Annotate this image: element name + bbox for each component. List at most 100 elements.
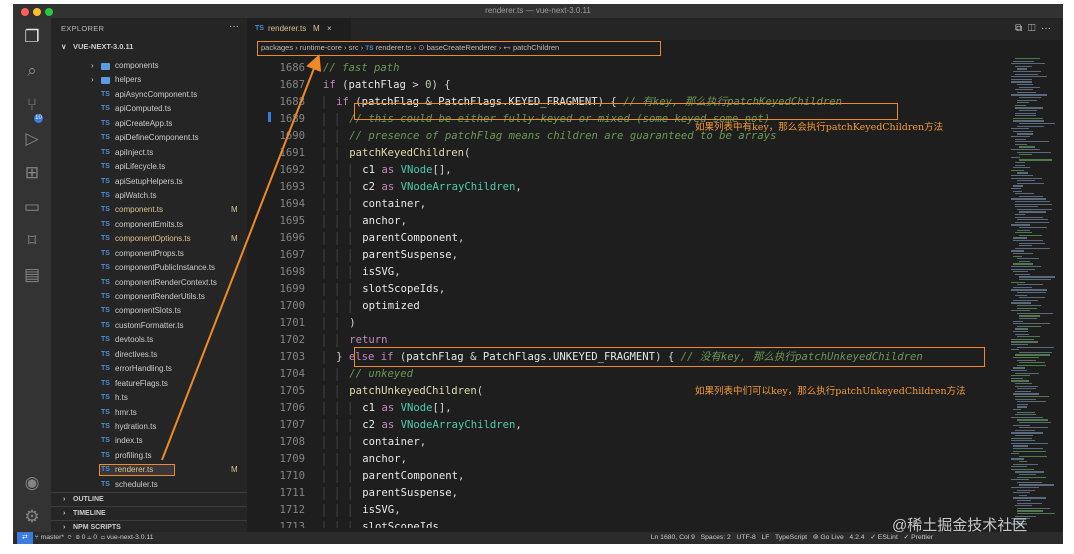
code-line[interactable]: 1694 container, (247, 196, 1007, 213)
tree-file[interactable]: TS apiComputed.ts (51, 102, 247, 116)
minimap-line (1019, 362, 1045, 364)
compare-icon[interactable]: ⧉ (1015, 23, 1022, 34)
settings-icon[interactable]: ⚙ (21, 506, 43, 528)
timeline-section[interactable]: › TIMELINE (51, 506, 247, 521)
tree-file[interactable]: TS apiWatch.ts (51, 189, 247, 203)
code-line[interactable]: 1693 c2 as VNodeArrayChildren, (247, 179, 1007, 196)
workspace-root[interactable]: ∨ VUE-NEXT-3.0.11 (51, 40, 247, 54)
folder-icon[interactable]: ▤ (21, 264, 43, 286)
prettier-status[interactable]: ✓ Prettier (904, 534, 934, 541)
files-icon[interactable]: ❐ (21, 26, 43, 48)
more-actions-icon[interactable]: ··· (1041, 23, 1051, 34)
tree-file[interactable]: TS profiling.ts (51, 449, 247, 463)
tree-file[interactable]: TS h.ts (51, 391, 247, 405)
tree-file[interactable]: TS apiDefineComponent.ts (51, 131, 247, 145)
explorer-more-icon[interactable]: ··· (229, 21, 239, 32)
minimap[interactable] (1007, 54, 1063, 532)
breadcrumb-function[interactable]: baseCreateRenderer (427, 43, 497, 52)
tree-file[interactable]: TS component.ts M (51, 203, 247, 217)
tree-file[interactable]: TS hmr.ts (51, 406, 247, 420)
tree-file[interactable]: TS componentSlots.ts (51, 304, 247, 318)
search-icon[interactable]: ⌕ (21, 60, 43, 82)
tree-folder[interactable]: › components (51, 59, 247, 73)
tree-file[interactable]: TS componentRenderUtils.ts (51, 290, 247, 304)
code-line[interactable]: 1698 isSVG, (247, 264, 1007, 281)
tree-file[interactable]: TS apiLifecycle.ts (51, 160, 247, 174)
code-line[interactable]: 1691 patchKeyedChildren( (247, 145, 1007, 162)
tree-file[interactable]: TS apiAsyncComponent.ts (51, 88, 247, 102)
tree-file[interactable]: TS apiInject.ts (51, 146, 247, 160)
eslint-status[interactable]: ✓ ESLint (870, 534, 898, 541)
go-live-button[interactable]: Go Live (820, 534, 843, 541)
code-text: optimized (362, 298, 419, 315)
code-line[interactable]: 1687 if (patchFlag > 0) { (247, 77, 1007, 94)
code-line[interactable]: 1686 // fast path (247, 60, 1007, 77)
line-number: 1692 (279, 164, 305, 176)
project-name[interactable]: vue-next-3.0.11 (107, 534, 154, 541)
code-line[interactable]: 1692 c1 as VNode[], (247, 162, 1007, 179)
tree-file[interactable]: TS errorHandling.ts (51, 362, 247, 376)
tree-file[interactable]: TS componentProps.ts (51, 247, 247, 261)
code-line[interactable]: 1710 parentComponent, (247, 468, 1007, 485)
code-line[interactable]: 1711 parentSuspense, (247, 485, 1007, 502)
breadcrumb-packages[interactable]: packages (261, 43, 293, 52)
code-line[interactable]: 1699 slotScopeIds, (247, 281, 1007, 298)
tree-file[interactable]: TS componentEmits.ts (51, 218, 247, 232)
source-control-icon[interactable]: ⑂ (21, 94, 43, 116)
code-token: anchor (362, 453, 401, 465)
sync-icon[interactable]: ⟳ (68, 534, 72, 541)
line-ending[interactable]: LF (761, 534, 769, 541)
maximize-window-button[interactable] (45, 8, 53, 16)
code-line[interactable]: 1706 c1 as VNode[], (247, 400, 1007, 417)
tree-file[interactable]: TS index.ts (51, 434, 247, 448)
extensions-icon[interactable]: ⊞ (21, 162, 43, 184)
split-editor-icon[interactable]: ◫ (1028, 23, 1036, 34)
tree-file[interactable]: TS directives.ts (51, 348, 247, 362)
tree-file[interactable]: TS componentPublicInstance.ts (51, 261, 247, 275)
minimize-window-button[interactable] (33, 8, 41, 16)
problems-count[interactable]: ⊗ 0 ⚠ 0 (76, 534, 97, 541)
tree-file[interactable]: TS renderer.ts M (51, 463, 247, 477)
breadcrumb-runtime-core[interactable]: runtime-core (300, 43, 342, 52)
minimap-line (1015, 216, 1043, 218)
indentation[interactable]: Spaces: 2 (701, 534, 731, 541)
tree-file[interactable]: TS featureFlags.ts (51, 377, 247, 391)
breadcrumb-file[interactable]: renderer.ts (376, 43, 412, 52)
tree-folder[interactable]: › helpers (51, 73, 247, 87)
run-debug-icon[interactable]: ▷ (21, 128, 43, 150)
code-line[interactable]: 1708 container, (247, 434, 1007, 451)
remote-explorer-icon[interactable]: ▭ (21, 196, 43, 218)
tree-file[interactable]: TS apiCreateApp.ts (51, 117, 247, 131)
tree-file[interactable]: TS devtools.ts (51, 333, 247, 347)
code-line[interactable]: 1700 optimized (247, 298, 1007, 315)
breadcrumb-src[interactable]: src (349, 43, 359, 52)
minimap-line (1019, 97, 1042, 99)
tree-file[interactable]: TS componentRenderContext.ts (51, 276, 247, 290)
tree-file[interactable]: TS customFormatter.ts (51, 319, 247, 333)
breadcrumb-method[interactable]: patchChildren (513, 43, 559, 52)
code-line[interactable]: 1695 anchor, (247, 213, 1007, 230)
code-line[interactable]: 1704 // unkeyed (247, 366, 1007, 383)
close-window-button[interactable] (21, 8, 29, 16)
cursor-position[interactable]: Ln 1680, Col 9 (651, 534, 695, 541)
code-line[interactable]: 1696 parentComponent, (247, 230, 1007, 247)
tree-file[interactable]: TS hydration.ts (51, 420, 247, 434)
code-line[interactable]: 1707 c2 as VNodeArrayChildren, (247, 417, 1007, 434)
code-line[interactable]: 1701) (247, 315, 1007, 332)
code-line[interactable]: 1697 parentSuspense, (247, 247, 1007, 264)
tab-close-icon[interactable]: × (327, 18, 332, 40)
code-line[interactable]: 1709 anchor, (247, 451, 1007, 468)
branch-name[interactable]: master* (41, 534, 64, 541)
bookmarks-icon[interactable]: ⌑ (21, 230, 43, 252)
tab-renderer-ts[interactable]: TS renderer.ts M × (247, 18, 351, 40)
encoding[interactable]: UTF-8 (737, 534, 756, 541)
minimap-line (1011, 177, 1042, 179)
remote-indicator[interactable]: ⇄ (17, 532, 33, 544)
account-icon[interactable]: ◉ (21, 472, 43, 494)
version[interactable]: 4.2.4 (849, 534, 864, 541)
outline-section[interactable]: › OUTLINE (51, 492, 247, 507)
language-mode[interactable]: TypeScript (775, 534, 807, 541)
tree-file[interactable]: TS scheduler.ts (51, 478, 247, 492)
tree-file[interactable]: TS componentOptions.ts M (51, 232, 247, 246)
tree-file[interactable]: TS apiSetupHelpers.ts (51, 175, 247, 189)
